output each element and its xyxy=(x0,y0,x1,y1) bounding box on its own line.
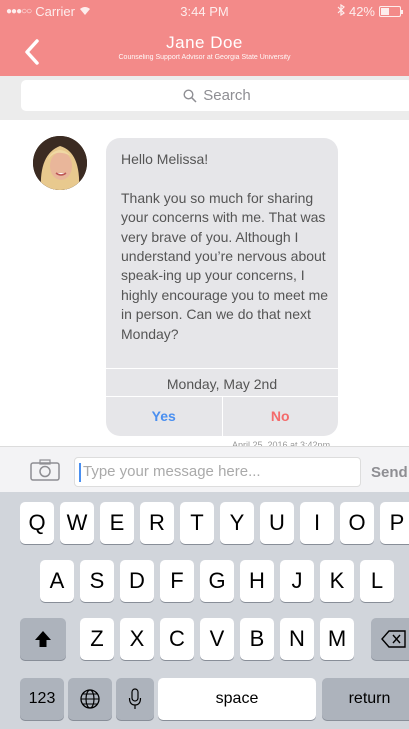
message-text: Hello Melissa! Thank you so much for sha… xyxy=(121,151,329,342)
key-x[interactable]: X xyxy=(120,618,154,660)
key-a[interactable]: A xyxy=(40,560,74,602)
contact-role: Counseling Support Advisor at Georgia St… xyxy=(118,54,291,61)
search-placeholder: Search xyxy=(203,87,251,104)
proposed-date: Monday, May 2nd xyxy=(106,368,338,398)
microphone-icon xyxy=(128,688,142,709)
key-r[interactable]: R xyxy=(140,502,174,544)
globe-icon xyxy=(80,689,100,709)
camera-button[interactable] xyxy=(30,459,60,481)
yes-button[interactable]: Yes xyxy=(106,397,223,436)
delete-key[interactable] xyxy=(371,618,409,660)
key-i[interactable]: I xyxy=(300,502,334,544)
battery-level xyxy=(381,8,390,15)
keyboard: QWERTYUIOP ASDFGHJKL ZXCVBNM 123 space r… xyxy=(0,492,409,729)
message-input[interactable]: Type your message here... xyxy=(74,457,361,487)
shift-icon xyxy=(35,631,51,647)
key-h[interactable]: H xyxy=(240,560,274,602)
key-f[interactable]: F xyxy=(160,560,194,602)
contact-name: Jane Doe xyxy=(166,33,243,52)
key-n[interactable]: N xyxy=(280,618,314,660)
shift-key[interactable] xyxy=(20,618,66,660)
search-input[interactable]: Search xyxy=(21,80,409,111)
dictation-key[interactable] xyxy=(116,678,154,720)
key-y[interactable]: Y xyxy=(220,502,254,544)
message-bubble: Hello Melissa! Thank you so much for sha… xyxy=(106,138,338,436)
return-key[interactable]: return xyxy=(322,678,409,720)
battery-percent: 42% xyxy=(348,4,375,19)
response-actions: Yes No xyxy=(106,396,338,436)
send-button[interactable]: Send xyxy=(371,464,408,481)
key-t[interactable]: T xyxy=(180,502,214,544)
key-u[interactable]: U xyxy=(260,502,294,544)
key-o[interactable]: O xyxy=(340,502,374,544)
key-b[interactable]: B xyxy=(240,618,274,660)
avatar[interactable] xyxy=(33,136,87,190)
key-v[interactable]: V xyxy=(200,618,234,660)
message-placeholder: Type your message here... xyxy=(83,463,261,480)
status-bar: ●●●○○ Carrier 3:44 PM 42% xyxy=(0,0,409,22)
text-caret xyxy=(79,463,81,482)
key-w[interactable]: W xyxy=(60,502,94,544)
key-g[interactable]: G xyxy=(200,560,234,602)
key-j[interactable]: J xyxy=(280,560,314,602)
search-icon xyxy=(183,88,197,103)
key-c[interactable]: C xyxy=(160,618,194,660)
key-e[interactable]: E xyxy=(100,502,134,544)
camera-icon xyxy=(30,459,60,481)
key-l[interactable]: L xyxy=(360,560,394,602)
numbers-key[interactable]: 123 xyxy=(20,678,64,720)
key-d[interactable]: D xyxy=(120,560,154,602)
bluetooth-icon xyxy=(337,3,345,19)
key-p[interactable]: P xyxy=(380,502,409,544)
key-s[interactable]: S xyxy=(80,560,114,602)
composer-bar: Type your message here... Send xyxy=(0,446,409,492)
key-q[interactable]: Q xyxy=(20,502,54,544)
key-z[interactable]: Z xyxy=(80,618,114,660)
backspace-icon xyxy=(381,630,406,648)
avatar-photo xyxy=(33,136,87,190)
space-key[interactable]: space xyxy=(158,678,316,720)
key-m[interactable]: M xyxy=(320,618,354,660)
key-k[interactable]: K xyxy=(320,560,354,602)
no-button[interactable]: No xyxy=(223,397,339,436)
globe-key[interactable] xyxy=(68,678,112,720)
status-right: 42% xyxy=(337,3,403,19)
header: ●●●○○ Carrier 3:44 PM 42% Jane Doe Couns… xyxy=(0,0,409,76)
battery-icon xyxy=(379,6,403,17)
search-area: Search xyxy=(0,76,409,120)
